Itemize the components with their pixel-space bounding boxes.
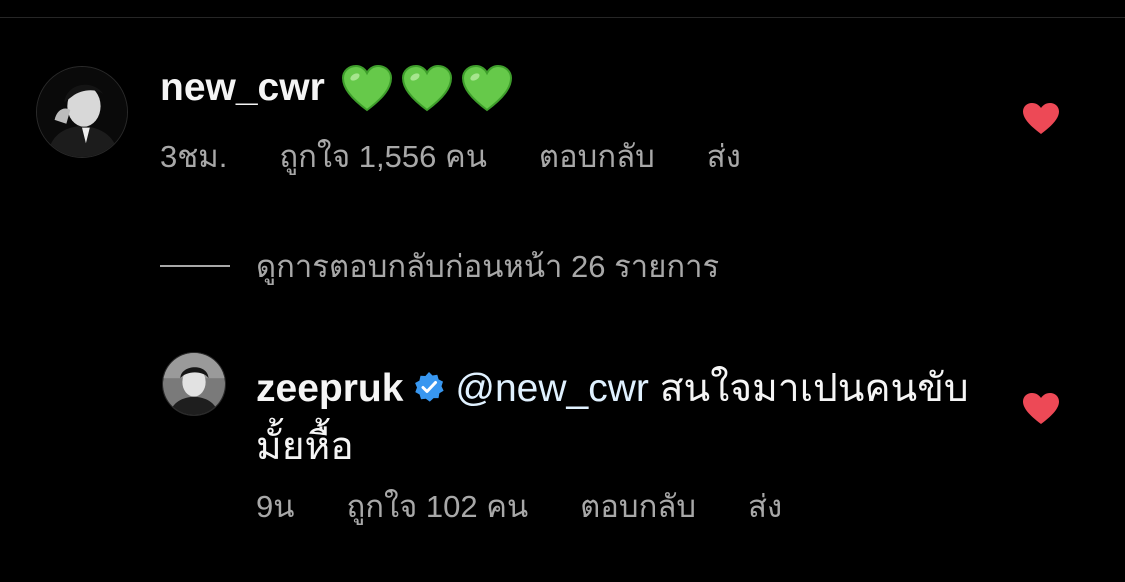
reply-send-button[interactable]: ส่ง: [748, 481, 782, 531]
comment-username[interactable]: new_cwr: [160, 66, 325, 110]
comment-meta: 3ชม. ถูกใจ 1,556 คน ตอบกลับ ส่ง: [160, 136, 741, 176]
green-heart-icon: [341, 64, 392, 112]
green-heart-icon: [461, 64, 512, 112]
comment-send-button[interactable]: ส่ง: [707, 131, 741, 181]
profile-photo-icon: [37, 67, 127, 157]
green-heart-icon: [401, 64, 452, 112]
reply-like-button[interactable]: [1022, 392, 1060, 426]
reply-body: zeepruk @new_cwr สนใจมาเปนคนขับมั้ยหื้อ: [256, 360, 996, 476]
reply-likes-button[interactable]: ถูกใจ 102 คน: [346, 481, 528, 531]
comment-time: 3ชม.: [160, 139, 228, 174]
heart-filled-icon: [1023, 393, 1059, 424]
reply-meta: 9น ถูกใจ 102 คน ตอบกลับ ส่ง: [256, 486, 782, 526]
heart-filled-icon: [1023, 103, 1059, 134]
comment-emoji-text: [341, 64, 513, 112]
reply-time: 9น: [256, 489, 295, 524]
view-previous-replies-button[interactable]: ดูการตอบกลับก่อนหน้า 26 รายการ: [160, 246, 719, 286]
reply-username[interactable]: zeepruk: [256, 367, 403, 410]
replies-divider-line: [160, 265, 230, 267]
reply-reply-button[interactable]: ตอบกลับ: [580, 481, 696, 531]
comment-avatar[interactable]: [36, 66, 128, 158]
comment-like-button[interactable]: [1022, 102, 1060, 136]
comment-reply-button[interactable]: ตอบกลับ: [539, 131, 655, 181]
verified-badge-icon: [413, 371, 445, 403]
top-divider: [0, 0, 1125, 18]
profile-photo-icon: [163, 353, 225, 415]
reply-avatar[interactable]: [162, 352, 226, 416]
reply-mention-link[interactable]: @new_cwr: [455, 367, 648, 410]
view-replies-label: ดูการตอบกลับก่อนหน้า 26 รายการ: [256, 249, 720, 284]
comment-header: new_cwr: [160, 58, 513, 118]
comment-likes-button[interactable]: ถูกใจ 1,556 คน: [279, 131, 487, 181]
